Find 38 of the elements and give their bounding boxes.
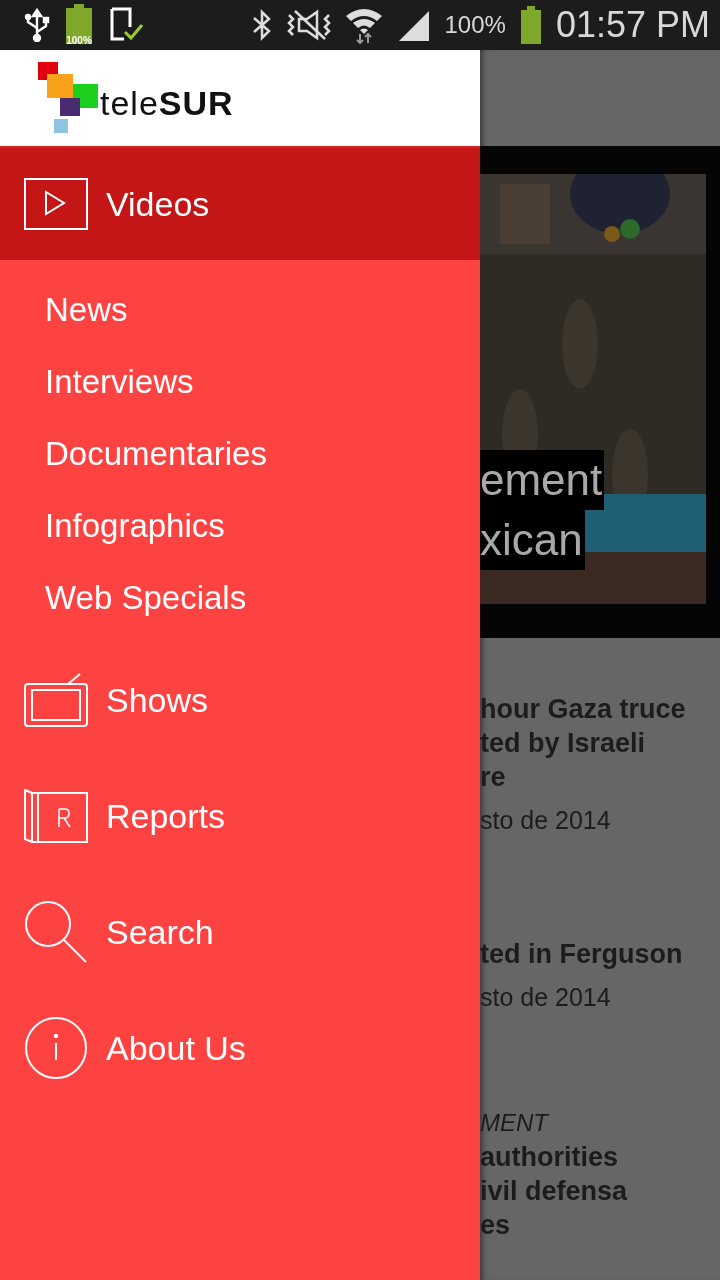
phone-check-icon xyxy=(108,7,144,43)
article-title: ted by Israeli xyxy=(480,727,647,760)
article-title: hour Gaza truce xyxy=(480,693,687,726)
article-title: ted in Ferguson xyxy=(480,938,684,971)
article-title: es xyxy=(480,1209,512,1242)
battery-percent: 100% xyxy=(444,11,506,39)
logo-icon xyxy=(38,62,98,134)
submenu-item[interactable]: Interviews xyxy=(0,346,480,418)
menu-item[interactable]: Search xyxy=(0,874,480,990)
article-title: re xyxy=(480,761,507,794)
tv-icon xyxy=(24,673,88,727)
info-icon xyxy=(24,1016,88,1080)
clock: 01:57 PM xyxy=(555,4,710,46)
menu-item[interactable]: Videos xyxy=(0,148,480,260)
article-title: authorities xyxy=(480,1141,620,1174)
video-caption: xican xyxy=(480,510,585,570)
article-title: ivil defensa xyxy=(480,1175,629,1208)
battery-label: 100% xyxy=(65,35,93,46)
usb-icon xyxy=(24,8,50,42)
article-category: MENT xyxy=(480,1108,551,1138)
submenu-item[interactable]: Web Specials xyxy=(0,562,480,634)
article-date: sto de 2014 xyxy=(480,983,612,1012)
search-icon xyxy=(24,900,88,964)
submenu-item[interactable]: Infographics xyxy=(0,490,480,562)
video-caption: ement xyxy=(480,450,605,510)
logo-text: teleSUR xyxy=(100,83,234,123)
book-icon xyxy=(24,789,88,843)
battery-icon xyxy=(519,6,542,44)
submenu-item[interactable]: Documentaries xyxy=(0,418,480,490)
mute-icon xyxy=(286,9,331,41)
play-icon xyxy=(24,178,88,230)
battery-icon xyxy=(64,4,94,46)
menu-item[interactable]: About Us xyxy=(0,990,480,1106)
article-date: sto de 2014 xyxy=(480,806,612,835)
menu-item[interactable]: Shows xyxy=(0,642,480,758)
submenu-item[interactable]: News xyxy=(0,274,480,346)
menu-item[interactable]: Reports xyxy=(0,758,480,874)
wifi-icon xyxy=(344,6,383,44)
